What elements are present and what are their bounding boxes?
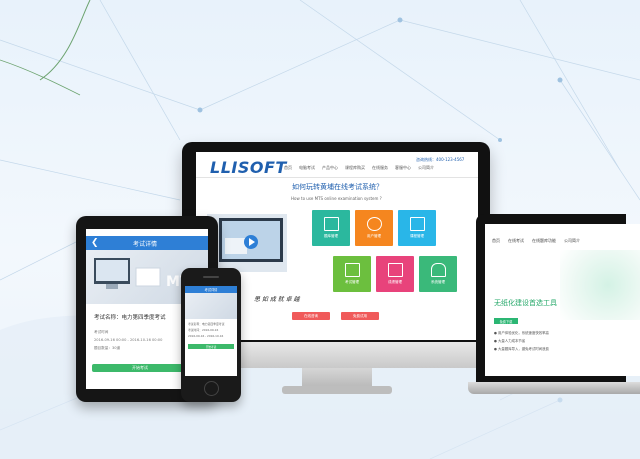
tablet-title: 考试详情 xyxy=(133,240,158,248)
exam-icon xyxy=(344,263,360,277)
laptop-nav-bank[interactable]: 在线题库功能 xyxy=(532,238,556,244)
back-icon[interactable]: ❮ xyxy=(91,238,111,248)
signature-text: 思 如 成 就 卓 越 xyxy=(254,296,300,303)
tablet-header: ❮ 考试详情 xyxy=(86,236,208,250)
laptop-feature-item: ● 用户体验优化，系统速度快效率高 xyxy=(494,331,549,335)
tile-system-management[interactable]: 系统管理 xyxy=(419,256,457,292)
user-icon xyxy=(366,217,382,231)
consult-button[interactable]: 在线咨询 xyxy=(292,312,330,320)
home-icon xyxy=(430,263,446,277)
phone-exam-name: 考试名称：电力第四季度考试 xyxy=(188,322,225,326)
page-headline: 如何玩转黄埔在线考试系统？ xyxy=(292,183,383,191)
nav-item-exam[interactable]: 电脑考试 xyxy=(299,165,315,171)
edit-icon xyxy=(387,263,403,277)
phone-header: 考试详情 xyxy=(185,286,237,293)
phone-start-exam-button[interactable]: 开始考试 xyxy=(188,344,234,349)
laptop-nav-exam[interactable]: 在线考试 xyxy=(508,238,524,244)
phone-exam-time: 考试时间：2016-09-16 xyxy=(188,328,219,332)
laptop-feature-item: ● 大量人力成本节省 xyxy=(494,339,526,343)
laptop-nav-about[interactable]: 公司简介 xyxy=(564,238,580,244)
nav-item-home[interactable]: 首页 xyxy=(284,165,292,171)
site-logo[interactable]: LLISOFT xyxy=(210,158,287,177)
tile-user-management[interactable]: 用户管理 xyxy=(355,210,393,246)
nav-item-service[interactable]: 在线服务 xyxy=(372,165,388,171)
laptop-base xyxy=(468,382,640,394)
nav-item-support[interactable]: 客服中心 xyxy=(395,165,411,171)
imac-foot xyxy=(282,386,392,394)
nav-item-about[interactable]: 公司简介 xyxy=(418,165,434,171)
exam-question-count: 题目数量：30道 xyxy=(94,346,121,350)
laptop-feature-item: ● 大量题库导入，避免考试时间浪费 xyxy=(494,347,549,351)
tablet-start-exam-button[interactable]: 开始考试 xyxy=(92,364,188,372)
exam-time-value: 2016-09-16 00:00 - 2016-10-16 00:00 xyxy=(94,338,163,342)
book-icon xyxy=(323,217,339,231)
phone-banner xyxy=(185,293,237,319)
desktop-nav: 首页 电脑考试 产品中心 课程库购买 在线服务 客服中心 公司简介 xyxy=(284,165,434,171)
tile-exam-management[interactable]: 考试管理 xyxy=(333,256,371,292)
tile-course-management[interactable]: 课程管理 xyxy=(398,210,436,246)
imac-stand xyxy=(302,368,372,388)
nav-divider xyxy=(196,177,478,178)
tile-score-management[interactable]: 成绩管理 xyxy=(376,256,414,292)
exam-time-label: 考试时间 xyxy=(94,330,109,334)
phone-exam-range: 2016-09-16 - 2016-10-16 xyxy=(188,334,224,338)
nav-item-courses[interactable]: 课程库购买 xyxy=(345,165,365,171)
hotline: 咨询热线：400-123-4567 xyxy=(416,157,465,162)
phone-home-button[interactable] xyxy=(204,381,219,396)
exam-name: 考试名称：电力第四季度考试 xyxy=(94,315,166,321)
tile-question-bank[interactable]: 题库管理 xyxy=(312,210,350,246)
laptop-hero-graphic xyxy=(560,250,640,320)
nav-item-products[interactable]: 产品中心 xyxy=(322,165,338,171)
document-icon xyxy=(409,217,425,231)
laptop-nav-home[interactable]: 首页 xyxy=(492,238,500,244)
page-subheadline: How to use MTS online examination system… xyxy=(291,196,382,201)
trial-button[interactable]: 免费试用 xyxy=(341,312,379,320)
laptop-nav: 首页 在线考试 在线题库功能 公司简介 xyxy=(492,238,580,244)
laptop-download-button[interactable]: 免费下载 xyxy=(494,318,518,324)
phone-speaker xyxy=(203,276,219,278)
laptop-hero-title: 无纸化建设首选工具 xyxy=(494,299,557,307)
